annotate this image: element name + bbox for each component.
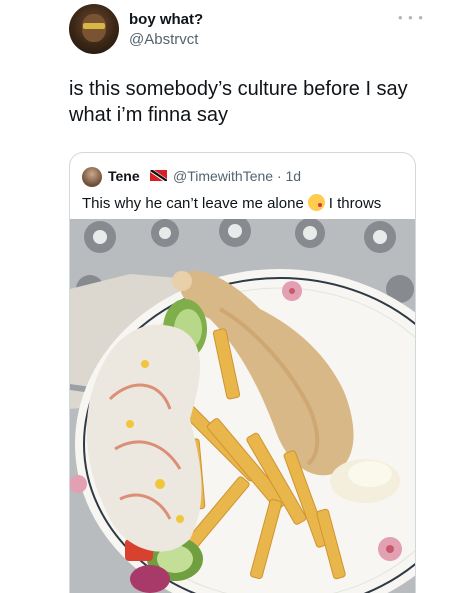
author-handle[interactable]: @Abstrvct [129, 31, 198, 48]
quoted-author-avatar[interactable] [82, 167, 102, 187]
tweet-text: is this somebody’s culture before I say … [69, 78, 408, 126]
quoted-tweet-text: This why he can’t leave me alone I throws [82, 194, 381, 212]
quoted-author-handle-time[interactable]: @TimewithTene · 1d [173, 168, 301, 184]
quoted-author-name[interactable]: Tene [108, 168, 140, 184]
trinidad-and-tobago-flag-icon [150, 170, 167, 181]
food-photo-illustration [70, 219, 415, 593]
avatar-glasses [83, 23, 105, 29]
tweet: boy what? @Abstrvct • • • is this somebo… [0, 0, 474, 593]
quoted-text-part-1: This why he can’t leave me alone [82, 195, 304, 212]
more-options-icon[interactable]: • • • [398, 10, 424, 25]
author-avatar[interactable] [69, 4, 119, 54]
quoted-tweet[interactable]: Tene @TimewithTene · 1d This why he can’… [69, 152, 416, 593]
author-display-name[interactable]: boy what? [129, 11, 203, 28]
food-photo[interactable] [70, 219, 415, 593]
face-blowing-kiss-emoji-icon [307, 194, 325, 211]
quoted-text-part-2: I throws [328, 195, 382, 212]
